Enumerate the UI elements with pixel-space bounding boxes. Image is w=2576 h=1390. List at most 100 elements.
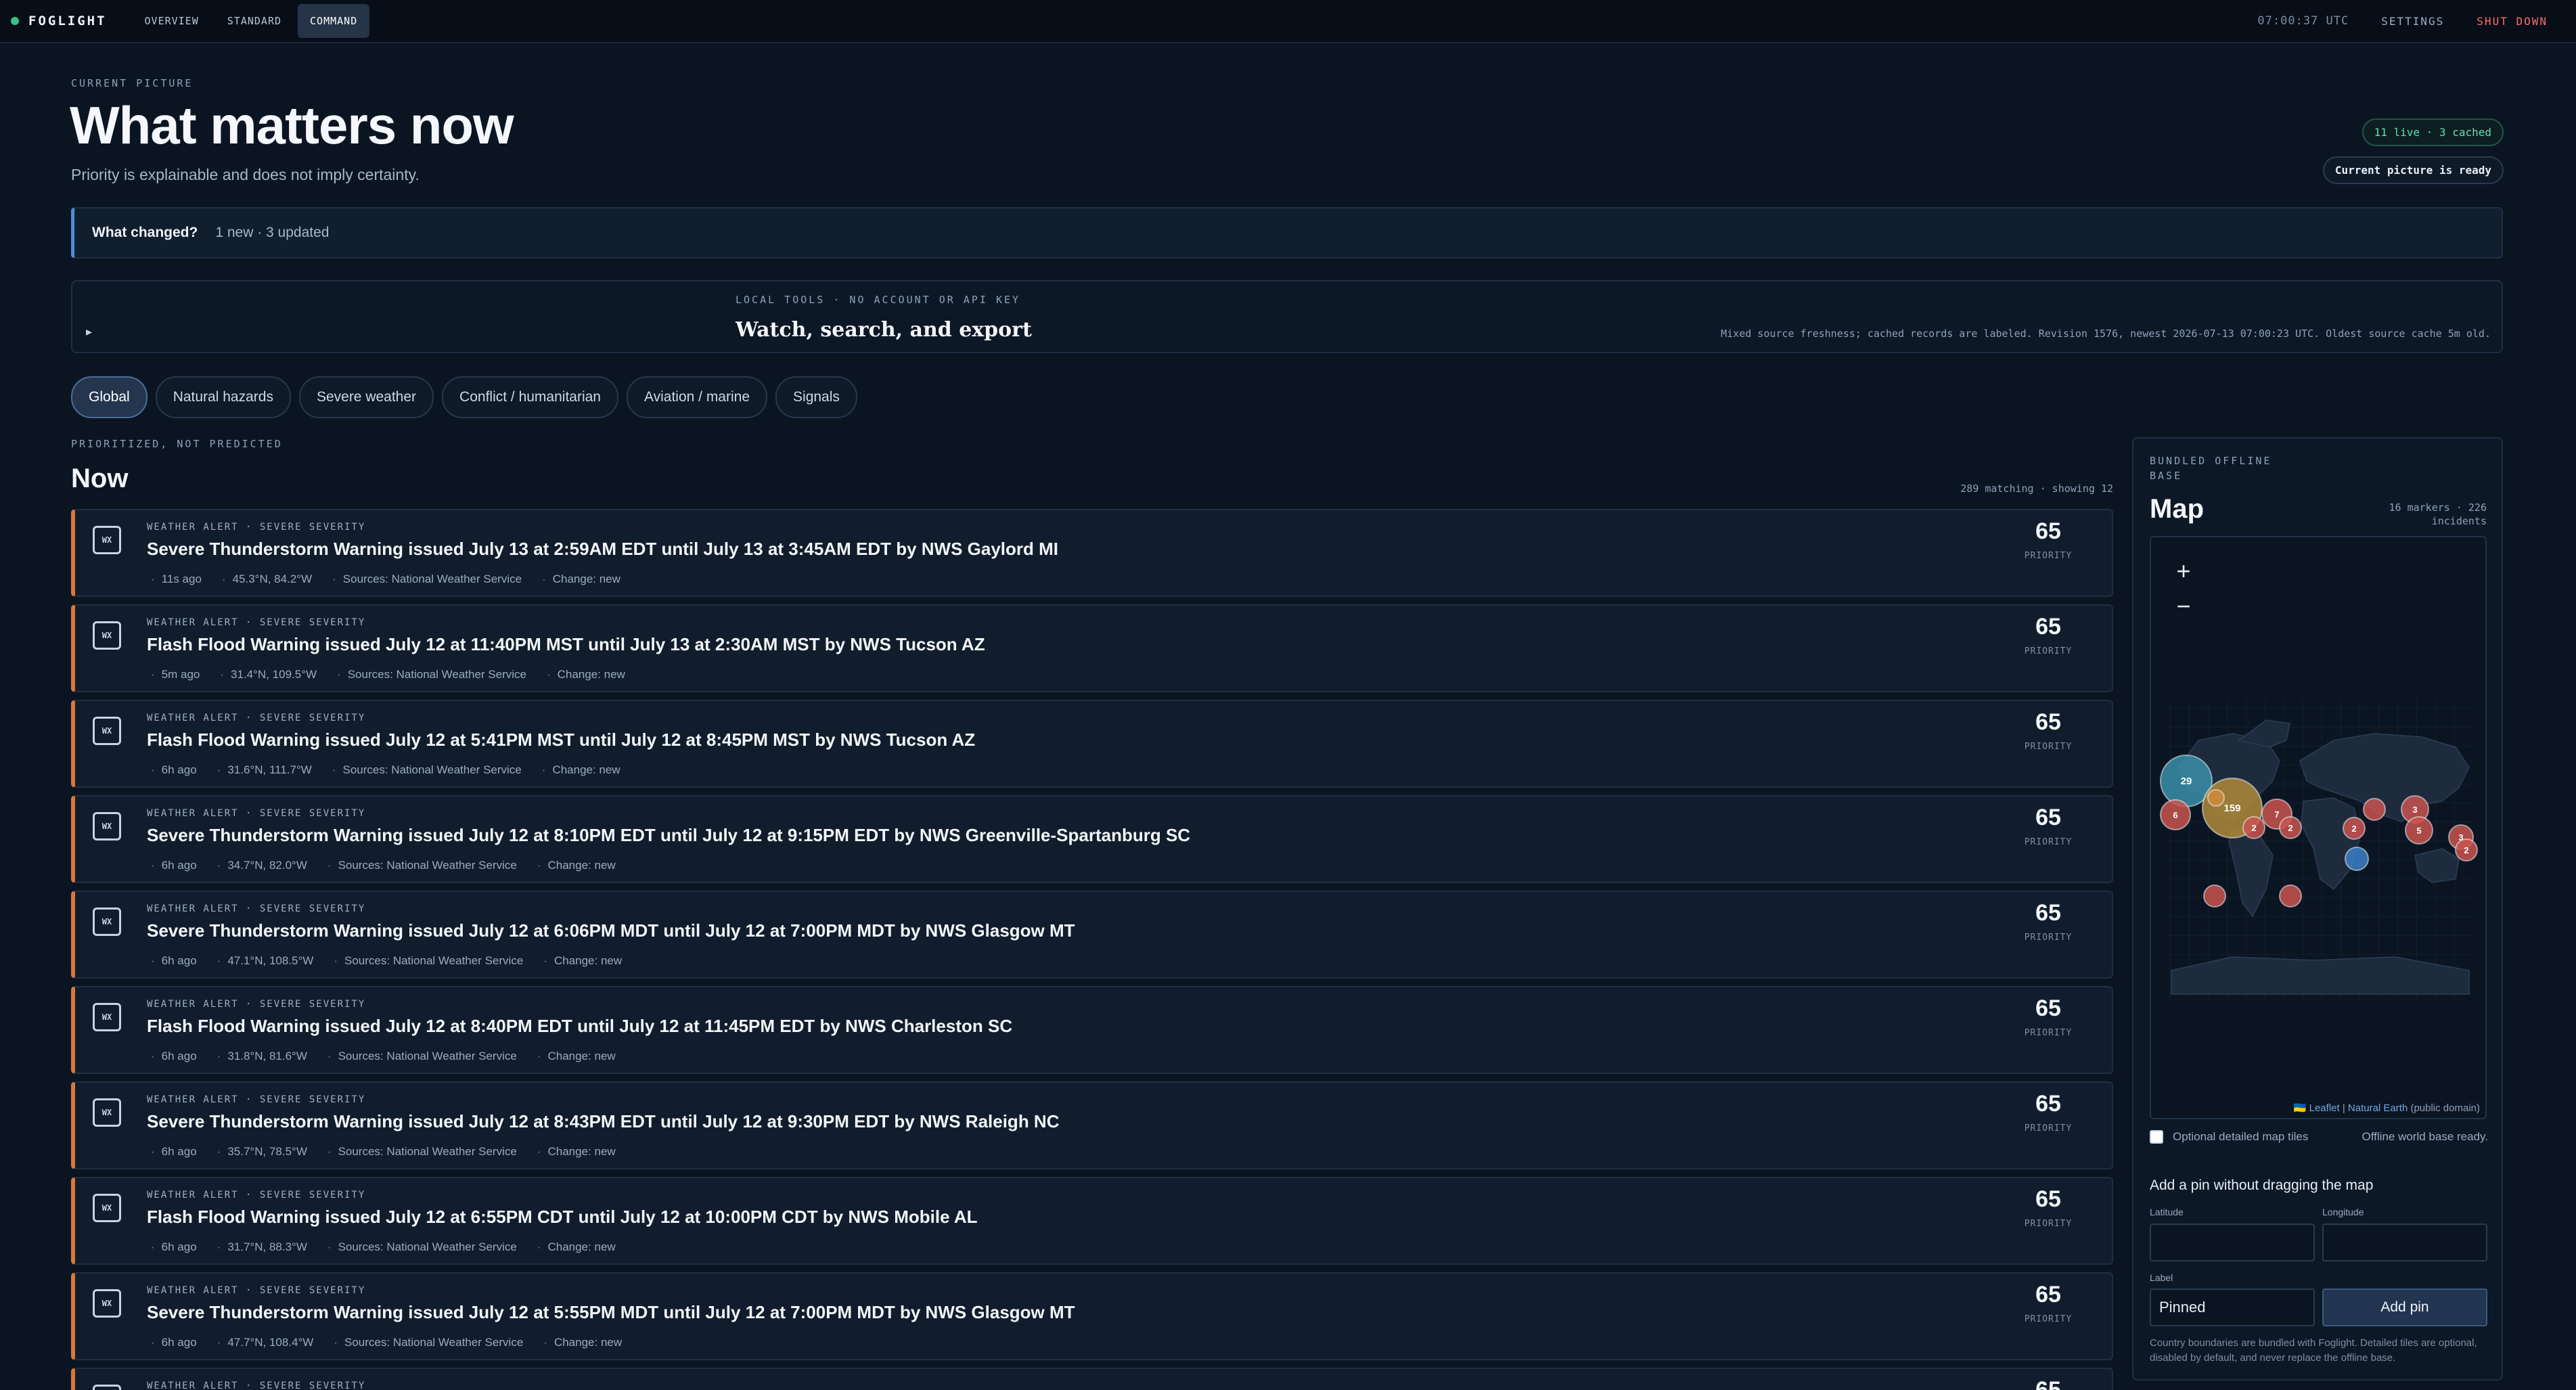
weather-icon: WX [93,621,121,650]
readiness-badge: Current picture is ready [2322,156,2504,184]
incident-card[interactable]: WX WEATHER ALERT · SEVERE SEVERITY Flash F… [71,700,2113,788]
priority-label: PRIORITY [2024,742,2073,752]
incident-category: WEATHER ALERT · SEVERE SEVERITY [147,808,366,819]
incident-title: Severe Thunderstorm Warning issued July … [147,920,1075,941]
world-map-svg: 291596 72 2 23532 [2160,700,2478,1000]
cluster-count: 3 [2412,805,2417,815]
incident-category: WEATHER ALERT · SEVERE SEVERITY [147,1285,366,1296]
incident-card[interactable]: WX WEATHER ALERT · SEVERE SEVERITY Severe … [71,795,2113,883]
incident-card[interactable]: WX WEATHER ALERT · SEVERE SEVERITY Flash F… [71,1177,2113,1265]
priority-score: 65 [2035,1377,2061,1390]
detailed-tiles-checkbox[interactable] [2150,1130,2163,1144]
cluster-count: 2 [2288,823,2292,833]
freshness-note: Mixed source freshness; cached records a… [1721,328,2491,340]
priority-score: 65 [2035,1282,2061,1307]
priority-label: PRIORITY [2024,646,2073,656]
priority-label: PRIORITY [2024,837,2073,847]
cluster-count: 29 [2181,776,2192,787]
incident-change: Change: new [537,1240,616,1254]
page-eyebrow: CURRENT PICTURE [71,77,194,89]
incident-change: Change: new [542,763,620,777]
filter-signals[interactable]: Signals [775,376,857,418]
cluster-marker[interactable] [2345,847,2369,871]
incident-change: Change: new [543,954,622,968]
brand[interactable]: FOGLIGHT [11,14,107,28]
settings-button[interactable]: SETTINGS [2381,15,2444,28]
longitude-input[interactable] [2322,1224,2487,1261]
incident-category: WEATHER ALERT · SEVERE SEVERITY [147,1381,366,1390]
incident-age: 6h ago [151,1240,197,1254]
natural-earth-link[interactable]: Natural Earth [2348,1102,2408,1114]
incident-age: 11s ago [151,573,202,586]
priority-score: 65 [2035,709,2061,735]
incident-meta: 6h ago 31.6°N, 111.7°W Sources: National W… [151,763,620,777]
priority-label: PRIORITY [2024,933,2073,943]
incident-coordinates: 31.6°N, 111.7°W [217,763,311,777]
shut-down-button[interactable]: SHUT DOWN [2477,15,2548,28]
incident-age: 5m ago [151,668,200,681]
incident-coordinates: 34.7°N, 82.0°W [217,859,307,872]
zoom-out-button[interactable]: − [2166,589,2201,624]
incident-card[interactable]: WXWEATHER ALERT · SEVERE SEVERITY65PRIOR… [71,1368,2113,1390]
longitude-label: Longitude [2322,1207,2364,1217]
weather-icon: WX [93,526,121,554]
cluster-marker[interactable] [2363,798,2386,821]
cluster-count: 2 [2251,823,2256,833]
what-changed-banner[interactable]: What changed? 1 new · 3 updated [71,207,2503,259]
incident-card[interactable]: WX WEATHER ALERT · SEVERE SEVERITY Severe … [71,891,2113,979]
incident-age: 6h ago [151,859,197,872]
incident-card[interactable]: WX WEATHER ALERT · SEVERE SEVERITY Flash F… [71,604,2113,692]
incident-category: WEATHER ALERT · SEVERE SEVERITY [147,617,366,628]
pin-label-input[interactable]: Pinned [2150,1288,2315,1326]
incident-meta: 5m ago 31.4°N, 109.5°W Sources: National W… [151,668,625,681]
latitude-label: Latitude [2150,1207,2184,1217]
incident-sources: Sources: National Weather Service [337,668,526,681]
ukraine-flag-icon: 🇺🇦 [2293,1102,2307,1114]
latitude-input[interactable] [2150,1224,2315,1261]
add-pin-button[interactable]: Add pin [2322,1288,2487,1326]
weather-icon: WX [93,812,121,840]
incident-meta: 11s ago 45.3°N, 84.2°W Sources: National W… [151,573,620,586]
cluster-marker[interactable] [2203,884,2226,907]
world-map[interactable]: 29 159 6 7 2 2 2 3 5 3 2 + − 🇺🇦 Leaflet | Natural … [2150,536,2487,1119]
filter-conflict-humanitarian[interactable]: Conflict / humanitarian [442,376,618,418]
filter-natural-hazards[interactable]: Natural hazards [155,376,291,418]
incident-coordinates: 35.7°N, 78.5°W [217,1145,307,1159]
filter-severe-weather[interactable]: Severe weather [298,376,434,418]
tab-command[interactable]: COMMAND [298,4,370,38]
priority-label: PRIORITY [2024,551,2073,561]
incident-title: Severe Thunderstorm Warning issued July … [147,539,1059,559]
zoom-in-button[interactable]: + [2166,554,2201,589]
priority-label: PRIORITY [2024,1028,2073,1038]
incident-sources: Sources: National Weather Service [327,859,517,872]
priority-score: 65 [2035,1091,2061,1117]
incident-change: Change: new [542,573,620,586]
weather-icon: WX [93,1385,121,1390]
cluster-marker[interactable] [2207,789,2225,807]
weather-icon: WX [93,1194,121,1222]
incident-title: Flash Flood Warning issued July 12 at 5:… [147,730,976,750]
expand-caret-icon[interactable]: ▸ [86,325,92,339]
incident-card[interactable]: WX WEATHER ALERT · SEVERE SEVERITY Severe … [71,1272,2113,1360]
incident-sources: Sources: National Weather Service [332,763,522,777]
incident-category: WEATHER ALERT · SEVERE SEVERITY [147,1094,366,1105]
priority-label: PRIORITY [2024,1219,2073,1229]
incident-card[interactable]: WX WEATHER ALERT · SEVERE SEVERITY Severe … [71,1081,2113,1169]
tab-overview[interactable]: OVERVIEW [133,4,211,38]
filter-aviation-marine[interactable]: Aviation / marine [626,376,768,418]
incident-title: Severe Thunderstorm Warning issued July … [147,1302,1075,1322]
cluster-marker[interactable] [2279,884,2302,907]
incident-list: WX WEATHER ALERT · SEVERE SEVERITY Severe … [71,509,2113,1390]
local-tools-panel[interactable]: ▸ LOCAL TOOLS · NO ACCOUNT OR API KEY Wa… [71,280,2503,353]
incident-card[interactable]: WX WEATHER ALERT · SEVERE SEVERITY Flash F… [71,986,2113,1074]
page-title: What matters now [70,95,514,155]
incident-meta: 6h ago 47.7°N, 108.4°W Sources: National W… [151,1336,622,1349]
incident-coordinates: 45.3°N, 84.2°W [222,573,313,586]
tab-standard[interactable]: STANDARD [215,4,294,38]
incident-card[interactable]: WX WEATHER ALERT · SEVERE SEVERITY Severe … [71,509,2113,597]
list-count: 289 matching · showing 12 [1960,483,2113,495]
filter-global[interactable]: Global [71,376,148,418]
weather-icon: WX [93,907,121,936]
leaflet-link[interactable]: Leaflet [2309,1102,2340,1114]
priority-label: PRIORITY [2024,1314,2073,1324]
